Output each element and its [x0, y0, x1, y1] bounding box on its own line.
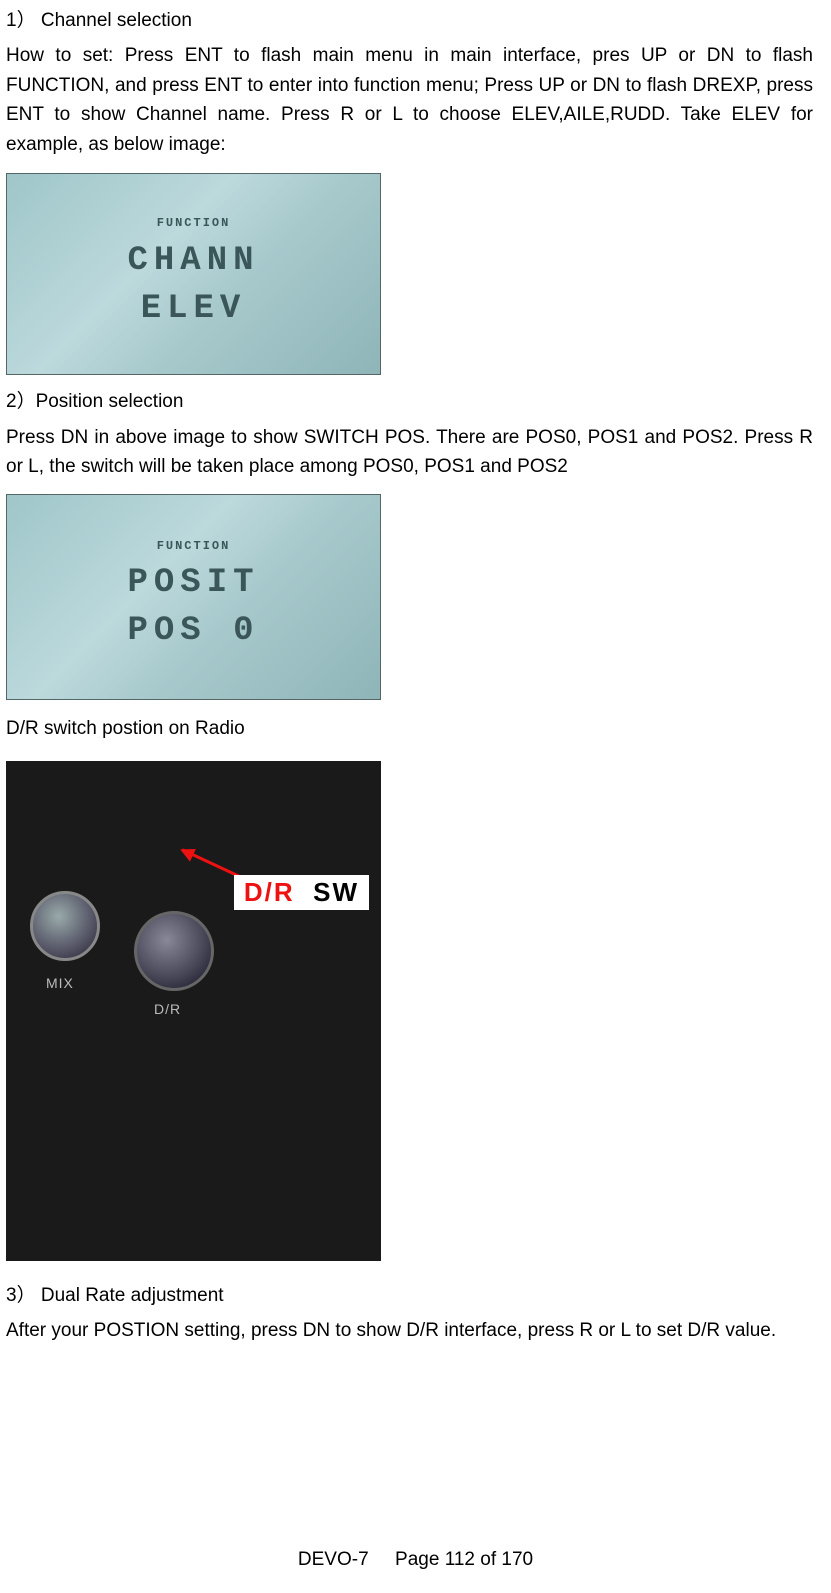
section-3-body: After your POSTION setting, press DN to …: [6, 1316, 813, 1345]
footer-model: DEVO-7: [298, 1549, 369, 1570]
document-page: 1） Channel selection How to set: Press E…: [0, 0, 831, 1593]
radio-photo: MIX D/R D/R SW: [6, 761, 381, 1261]
section-2-heading: 2）Position selection: [6, 387, 813, 416]
annotation-black-text: [304, 877, 313, 907]
lcd-content: FUNCTION CHANN ELEV: [127, 215, 259, 333]
dr-label: D/R: [154, 1001, 181, 1017]
section-1-heading: 1） Channel selection: [6, 6, 813, 35]
section-1-body: How to set: Press ENT to flash main menu…: [6, 41, 813, 159]
mix-label: MIX: [46, 975, 74, 991]
mix-knob-graphic: [30, 891, 100, 961]
dr-knob-graphic: [134, 911, 214, 991]
lcd-content: FUNCTION POSIT POS 0: [127, 538, 259, 656]
annotation-red-text: D/R: [244, 877, 295, 907]
lcd-caption: FUNCTION: [127, 215, 259, 232]
lcd-line-2: ELEV: [127, 286, 259, 334]
lcd-line-1: POSIT: [127, 560, 259, 608]
lcd-line-2: POS 0: [127, 608, 259, 656]
page-footer: DEVO-7 Page 112 of 170: [0, 1549, 831, 1571]
lcd-caption: FUNCTION: [127, 538, 259, 555]
annotation-black-text-val: SW: [313, 877, 359, 907]
lcd-screenshot-position: FUNCTION POSIT POS 0: [6, 494, 381, 700]
lcd-line-1: CHANN: [127, 238, 259, 286]
section-2-body: Press DN in above image to show SWITCH P…: [6, 423, 813, 482]
annotation-label: D/R SW: [234, 875, 369, 910]
footer-page: Page 112 of 170: [395, 1549, 533, 1570]
dr-switch-caption: D/R switch postion on Radio: [6, 714, 813, 743]
section-3-heading: 3） Dual Rate adjustment: [6, 1281, 813, 1310]
lcd-screenshot-channel: FUNCTION CHANN ELEV: [6, 173, 381, 375]
